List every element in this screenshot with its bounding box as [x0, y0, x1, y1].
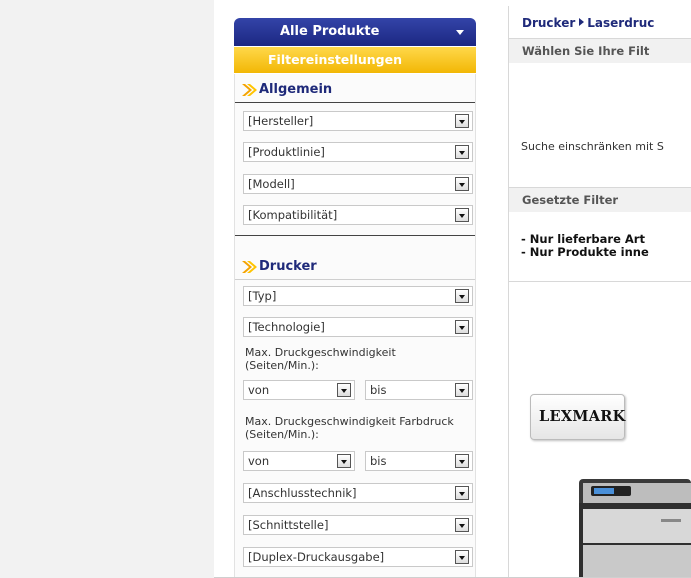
select-type[interactable]: [Typ]	[243, 286, 473, 306]
select-model-value: [Modell]	[248, 177, 295, 191]
select-compatibility[interactable]: [Kompatibilität]	[243, 205, 473, 225]
select-connection[interactable]: [Anschlusstechnik]	[243, 483, 473, 503]
set-filter-item[interactable]: - Nur lieferbare Art	[521, 232, 645, 246]
select-duplex[interactable]: [Duplex-Druckausgabe]	[243, 547, 473, 567]
select-speed-from-value: von	[248, 383, 270, 397]
dropdown-arrow-icon[interactable]	[455, 383, 469, 397]
brand-logo[interactable]: LEXMARK	[530, 394, 625, 440]
dropdown-arrow-icon[interactable]	[455, 289, 469, 303]
double-chevron-icon	[242, 261, 257, 273]
dropdown-arrow-icon[interactable]	[455, 518, 469, 532]
select-manufacturer[interactable]: [Hersteller]	[243, 111, 473, 131]
dropdown-arrow-icon[interactable]	[455, 550, 469, 564]
filter-choice-box: Wählen Sie Ihre Filt	[509, 38, 691, 186]
select-color-speed-to-value: bis	[370, 454, 387, 468]
section-title-general: Allgemein	[241, 79, 332, 101]
select-interface[interactable]: [Schnittstelle]	[243, 515, 473, 535]
select-color-speed-to[interactable]: bis	[365, 451, 473, 471]
filter-choice-title: Wählen Sie Ihre Filt	[509, 39, 691, 63]
breadcrumb-item[interactable]: Laserdruc	[587, 16, 654, 30]
color-speed-label: Max. Druckgeschwindigkeit Farbdruck (Sei…	[245, 415, 454, 441]
filter-sidebar: Alle Produkte Filtereinstellungen Allgem…	[229, 16, 481, 578]
filter-panel: Allgemein [Hersteller] [Produktlinie] [M…	[234, 74, 476, 578]
select-product-line-value: [Produktlinie]	[248, 145, 325, 159]
divider	[235, 102, 475, 103]
select-speed-from[interactable]: von	[243, 380, 355, 400]
narrow-search-field[interactable]: Suche einschränken mit S	[521, 137, 691, 157]
dropdown-arrow-icon[interactable]	[455, 145, 469, 159]
dropdown-arrow-icon[interactable]	[337, 454, 351, 468]
select-technology[interactable]: [Technologie]	[243, 317, 473, 337]
select-color-speed-from[interactable]: von	[243, 451, 355, 471]
dropdown-arrow-icon[interactable]	[455, 114, 469, 128]
select-technology-value: [Technologie]	[248, 320, 325, 334]
select-product-line[interactable]: [Produktlinie]	[243, 142, 473, 162]
double-chevron-icon	[242, 84, 257, 96]
select-interface-value: [Schnittstelle]	[248, 518, 329, 532]
speed-label: Max. Druckgeschwindigkeit (Seiten/Min.):	[245, 346, 396, 372]
select-model[interactable]: [Modell]	[243, 174, 473, 194]
select-type-value: [Typ]	[248, 289, 277, 303]
set-filter-item[interactable]: - Nur Produkte inne	[521, 245, 649, 259]
dropdown-arrow-icon[interactable]	[455, 208, 469, 222]
dropdown-arrow-icon[interactable]	[455, 320, 469, 334]
select-speed-to-value: bis	[370, 383, 387, 397]
dropdown-arrow-icon[interactable]	[455, 177, 469, 191]
brand-logo-text: LEXMARK	[539, 408, 626, 425]
dropdown-arrow-icon[interactable]	[337, 383, 351, 397]
divider	[235, 279, 475, 280]
section-title-printer: Drucker	[241, 256, 317, 278]
all-products-label: Alle Produkte	[280, 24, 380, 39]
select-color-speed-from-value: von	[248, 454, 270, 468]
results-content: Drucker Laserdruc Wählen Sie Ihre Filt Su…	[508, 6, 691, 578]
dropdown-arrow-icon[interactable]	[455, 486, 469, 500]
breadcrumb: Drucker Laserdruc	[522, 16, 654, 30]
set-filters-box: Gesetzte Filter	[509, 187, 691, 212]
all-products-dropdown[interactable]: Alle Produkte	[234, 18, 476, 46]
set-filters-title: Gesetzte Filter	[509, 188, 691, 212]
divider	[235, 235, 475, 236]
printer-image[interactable]	[565, 473, 691, 578]
left-background	[0, 0, 214, 578]
breadcrumb-separator-icon	[579, 18, 585, 26]
select-compatibility-value: [Kompatibilität]	[248, 208, 338, 222]
select-manufacturer-value: [Hersteller]	[248, 114, 314, 128]
filter-settings-header: Filtereinstellungen	[234, 47, 476, 73]
section-title-printer-label: Drucker	[259, 259, 317, 274]
divider	[509, 281, 691, 282]
dropdown-arrow-icon[interactable]	[455, 454, 469, 468]
breadcrumb-item[interactable]: Drucker	[522, 16, 575, 30]
select-duplex-value: [Duplex-Druckausgabe]	[248, 550, 385, 564]
chevron-down-icon	[456, 30, 464, 35]
select-speed-to[interactable]: bis	[365, 380, 473, 400]
section-title-general-label: Allgemein	[259, 82, 333, 97]
select-connection-value: [Anschlusstechnik]	[248, 486, 357, 500]
